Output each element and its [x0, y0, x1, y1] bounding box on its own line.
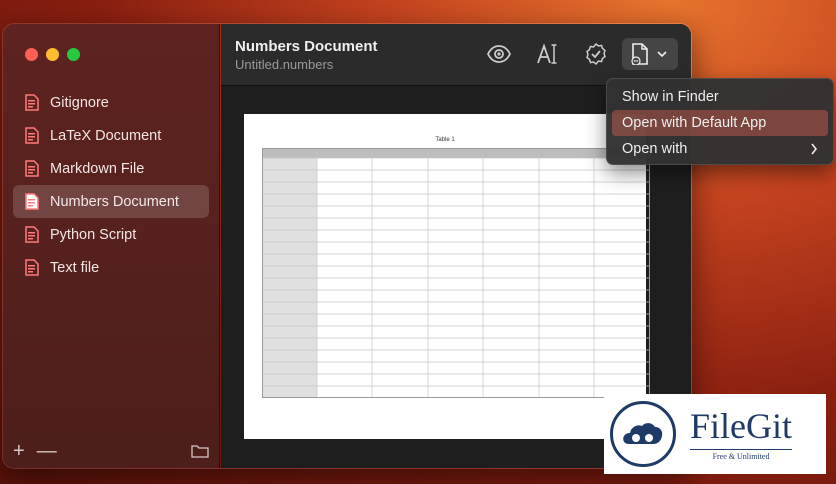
sidebar-item-label: LaTeX Document: [50, 127, 162, 144]
sidebar-item-markdown[interactable]: Markdown File: [13, 152, 209, 185]
document-icon: [25, 160, 39, 177]
text-style-icon[interactable]: [536, 42, 560, 66]
remove-button[interactable]: —: [37, 441, 57, 461]
close-window-button[interactable]: [25, 48, 38, 61]
menu-item-label: Open with Default App: [622, 115, 767, 131]
menu-item-label: Open with: [622, 141, 688, 157]
sidebar-item-label: Numbers Document: [50, 193, 179, 210]
menu-item-label: Show in Finder: [622, 89, 719, 105]
sidebar-item-gitignore[interactable]: Gitignore: [13, 86, 209, 119]
sidebar-item-text-file[interactable]: Text file: [13, 251, 209, 284]
template-list: Gitignore LaTeX Document Markdown File N…: [13, 86, 209, 284]
watermark-tagline: Free & Unlimited: [690, 448, 793, 461]
minimize-window-button[interactable]: [46, 48, 59, 61]
eye-icon[interactable]: [487, 42, 511, 66]
folder-icon[interactable]: [191, 444, 209, 458]
sidebar-item-label: Gitignore: [50, 94, 109, 111]
document-filename: Untitled.numbers: [235, 57, 334, 72]
zoom-window-button[interactable]: [67, 48, 80, 61]
menu-item-show-in-finder[interactable]: Show in Finder: [612, 84, 828, 110]
checkmark-seal-icon[interactable]: [584, 42, 608, 66]
sheet-title: Table 1: [435, 137, 455, 143]
filegit-logo: [610, 401, 676, 467]
chevron-right-icon: [811, 143, 818, 155]
document-icon: [25, 259, 39, 276]
sidebar-item-label: Markdown File: [50, 160, 145, 177]
sidebar-item-python[interactable]: Python Script: [13, 218, 209, 251]
document-icon: [25, 127, 39, 144]
spreadsheet-table: [262, 148, 650, 398]
open-document-dropdown-menu: Show in Finder Open with Default App Ope…: [606, 78, 834, 165]
document-icon: [25, 94, 39, 111]
document-icon: [25, 193, 39, 210]
add-button[interactable]: +: [13, 441, 25, 461]
sidebar-item-label: Python Script: [50, 226, 137, 243]
document-icon: [25, 226, 39, 243]
sidebar-item-latex[interactable]: LaTeX Document: [13, 119, 209, 152]
cloud-icon: [623, 423, 663, 444]
chevron-down-icon: [657, 51, 667, 58]
app-window: Gitignore LaTeX Document Markdown File N…: [2, 23, 692, 469]
menu-item-open-with-default-app[interactable]: Open with Default App: [612, 110, 828, 136]
open-document-icon: [631, 43, 648, 65]
window-controls: [25, 48, 80, 61]
sidebar: Gitignore LaTeX Document Markdown File N…: [3, 24, 220, 468]
open-document-menu-button[interactable]: [622, 38, 678, 70]
sidebar-item-label: Text file: [50, 259, 100, 276]
sidebar-item-numbers[interactable]: Numbers Document: [13, 185, 209, 218]
toolbar: Numbers Document Untitled.numbers: [221, 24, 691, 86]
watermark-name: FileGit: [690, 405, 793, 446]
sidebar-footer: + —: [13, 440, 209, 462]
document-preview: Table 1: [244, 114, 650, 439]
menu-item-open-with[interactable]: Open with: [612, 136, 828, 162]
document-title: Numbers Document: [235, 38, 378, 55]
filegit-watermark: FileGit Free & Unlimited: [604, 394, 826, 474]
